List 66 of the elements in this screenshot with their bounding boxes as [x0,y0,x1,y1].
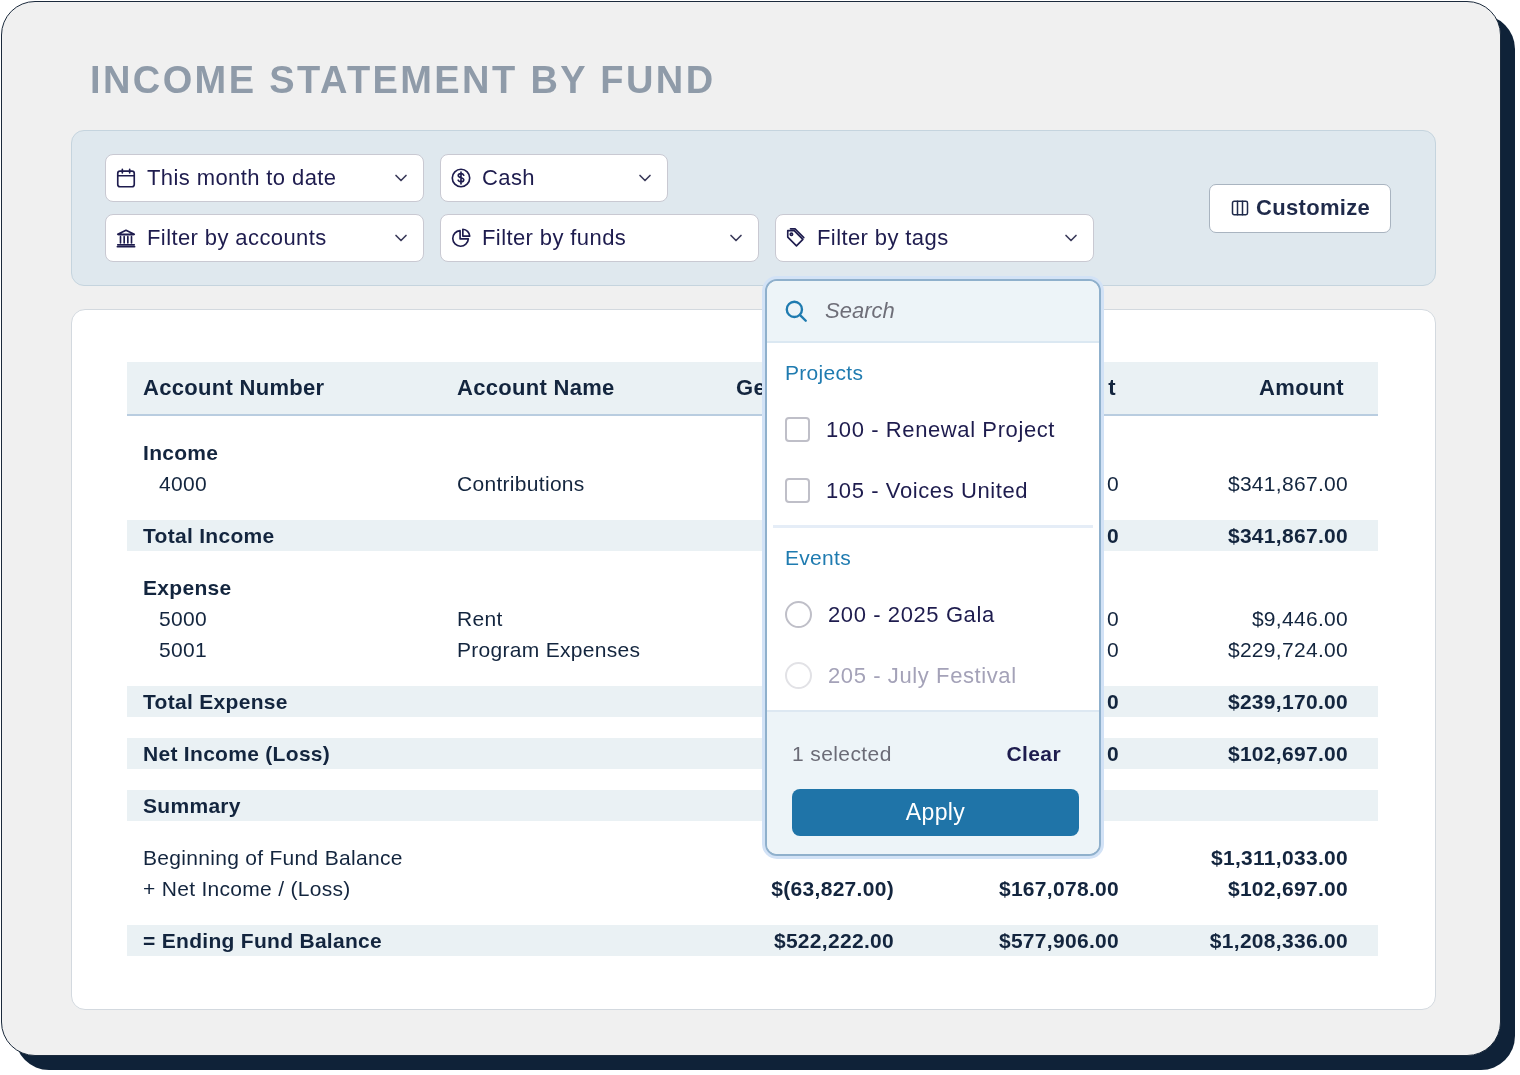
column-header: Account Number [143,375,325,400]
total-label: Summary [143,793,241,817]
option-item: 205 - July Festival [785,645,1093,706]
table-cell: $229,724.00 [1227,637,1348,661]
total-label: Total Expense [143,689,288,713]
total-label: = Ending Fund Balance [143,928,383,952]
search-icon [783,298,809,324]
table-cell: 0 [1107,741,1119,765]
dollar-icon [450,167,472,189]
selection-count: 1 selected [792,742,892,766]
search-field[interactable]: Search [767,281,1099,343]
filter-dropdown[interactable]: Cash [440,154,668,202]
radio[interactable] [785,601,812,628]
table-cell: 0 [1107,523,1119,547]
pie-chart-icon [450,227,472,249]
table-cell: $341,867.00 [1227,523,1348,547]
table-cell: 0 [1107,689,1119,713]
table-cell: 0 [1107,471,1119,495]
total-label: Net Income (Loss) [143,741,331,765]
apply-button[interactable]: Apply [792,789,1079,836]
table-cell: 4000 [159,471,207,495]
table-cell: $102,697.00 [1227,876,1348,900]
option-item[interactable]: 100 - Renewal Project [785,399,1093,460]
table-cell: $522,222.00 [773,928,894,952]
group-label: Expense [143,575,232,599]
table-cell: $239,170.00 [1227,689,1348,713]
tag-icon [785,227,807,249]
clear-button[interactable]: Clear [1006,742,1077,766]
table-cell: Contributions [457,471,585,495]
table-cell: 5000 [159,606,207,630]
filter-dropdown[interactable]: Filter by funds [440,214,759,262]
bank-icon [115,227,137,249]
summary-label: + Net Income / (Loss) [143,876,351,900]
column-header: t [1108,375,1116,400]
total-label: Total Income [143,523,275,547]
summary-label: Beginning of Fund Balance [143,845,403,869]
table-cell: $1,311,033.00 [1210,845,1348,869]
checkbox[interactable] [785,478,810,503]
checkbox[interactable] [785,417,810,442]
table-cell: $9,446.00 [1251,606,1348,630]
filter-dropdown[interactable]: Filter by tags [775,214,1094,262]
section-heading: Events [785,546,852,571]
calendar-icon [115,167,137,189]
customize-button[interactable]: Customize [1209,183,1391,233]
table-cell: Rent [457,606,503,630]
filter-dropdown[interactable]: Filter by accounts [105,214,424,262]
section-heading: Projects [785,361,865,386]
column-header: Amount [1259,375,1344,400]
table-cell: $1,208,336.00 [1209,928,1348,952]
table-cell: $(63,827.00) [771,876,894,900]
table-cell: $102,697.00 [1227,741,1348,765]
table-cell: $341,867.00 [1227,471,1348,495]
search-input[interactable]: Search [823,297,1047,325]
filter-dropdown[interactable]: This month to date [105,154,424,202]
columns-icon [1230,198,1251,218]
option-item[interactable]: 105 - Voices United [785,460,1093,521]
table-cell: $167,078.00 [998,876,1119,900]
option-item[interactable]: 200 - 2025 Gala [785,584,1093,645]
column-header: Account Name [457,375,615,400]
table-cell: 0 [1107,606,1119,630]
table-cell: 5001 [159,637,207,661]
group-label: Income [143,440,219,464]
table-cell: Program Expenses [457,637,641,661]
page-title: INCOME STATEMENT BY FUND [90,58,717,103]
table-cell: 0 [1107,637,1119,661]
table-cell: $577,906.00 [998,928,1119,952]
